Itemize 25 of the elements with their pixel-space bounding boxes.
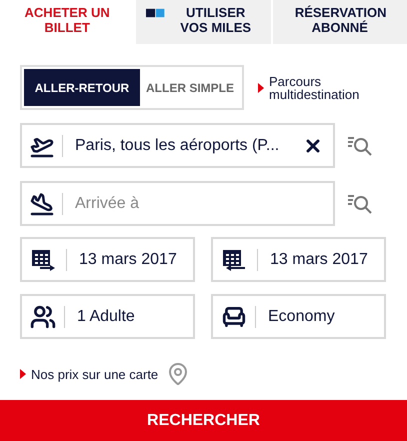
date-value: 13 mars 2017 bbox=[270, 250, 369, 268]
multi-destination-link[interactable]: Parcours multidestination bbox=[269, 74, 385, 100]
passengers-field[interactable]: 1 Adulte bbox=[20, 294, 195, 339]
search-list-icon[interactable] bbox=[347, 134, 373, 156]
trip-type-option[interactable]: ALLER-RETOUR bbox=[24, 69, 140, 106]
search-button[interactable]: RECHERCHER bbox=[0, 400, 407, 441]
destination-field[interactable]: Arrivée à bbox=[20, 181, 335, 226]
search-list-icon[interactable] bbox=[347, 192, 373, 214]
date-field[interactable]: 13 mars 2017 bbox=[20, 237, 195, 282]
destination-placeholder: Arrivée à bbox=[75, 194, 140, 212]
arrow-icon bbox=[20, 369, 26, 379]
passengers-value: 1 Adulte bbox=[77, 308, 136, 326]
origin-field[interactable]: Paris, tous les aéroports (P... bbox=[20, 123, 335, 168]
origin-value: Paris, tous les aéroports (P... bbox=[75, 136, 280, 154]
date-value: 13 mars 2017 bbox=[79, 250, 178, 268]
miles-logo-icon bbox=[146, 8, 165, 18]
price-map-link[interactable]: Nos prix sur une carte bbox=[31, 368, 158, 380]
tab[interactable]: RÉSERVATION ABONNÉ bbox=[270, 0, 407, 44]
landing-plane-icon bbox=[30, 192, 54, 216]
cabin-value: Economy bbox=[268, 308, 336, 326]
cabin-field[interactable]: Economy bbox=[211, 294, 386, 339]
tab[interactable]: UTILISER VOS MILES bbox=[134, 0, 271, 44]
people-icon bbox=[30, 304, 56, 330]
arrow-icon bbox=[258, 82, 264, 92]
date-field[interactable]: 13 mars 2017 bbox=[211, 237, 386, 282]
